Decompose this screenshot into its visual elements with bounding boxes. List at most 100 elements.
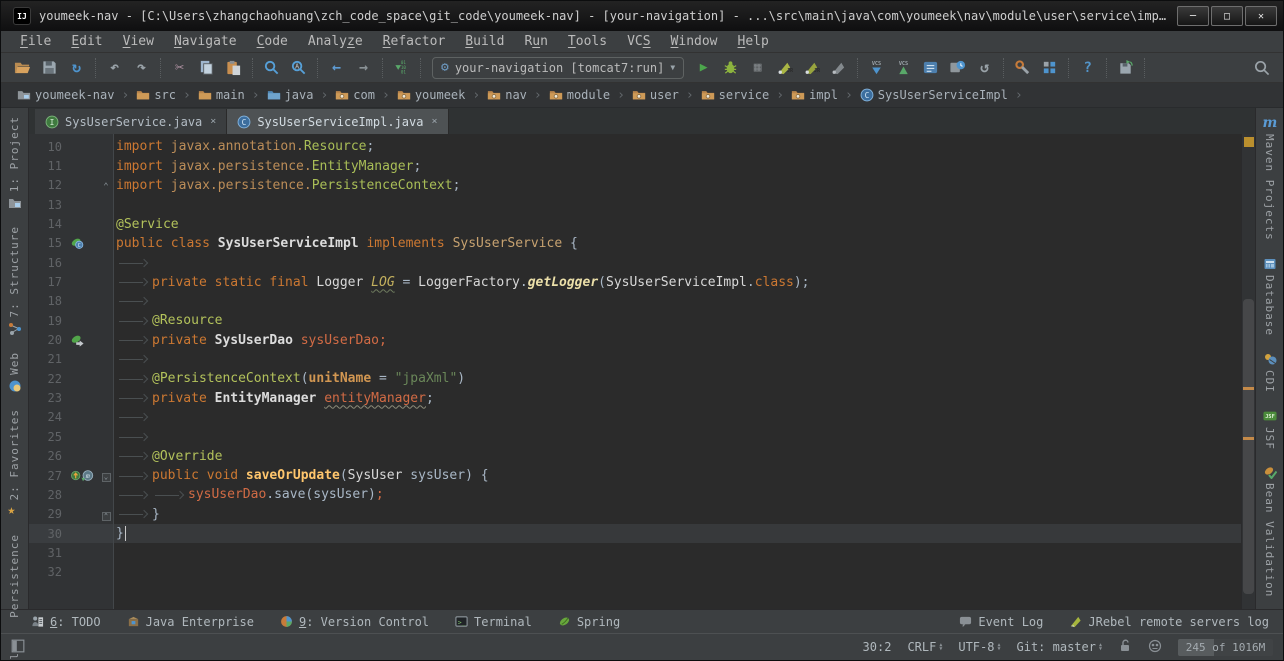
breadcrumb-item-youmeek-nav[interactable]: youmeek-nav — [15, 88, 116, 102]
maximize-button[interactable]: □ — [1211, 6, 1243, 26]
code-text[interactable] — [113, 294, 1241, 309]
code-text[interactable]: public class SysUserServiceImpl implemen… — [113, 236, 1241, 251]
line-number[interactable]: 20 — [29, 333, 69, 347]
synchronize-button[interactable]: ↻ — [63, 56, 90, 80]
override-icon[interactable]: m — [69, 469, 97, 482]
code-line[interactable]: 17private static final Logger LOG = Logg… — [29, 272, 1241, 291]
line-number[interactable]: 24 — [29, 410, 69, 424]
update-project-button[interactable]: VCS — [863, 56, 890, 80]
menu-tools[interactable]: Tools — [559, 33, 616, 50]
code-line[interactable]: 18 — [29, 292, 1241, 311]
editor-tab-SysUserServiceImpl.java[interactable]: CSysUserServiceImpl.java× — [227, 109, 448, 134]
line-number[interactable]: 26 — [29, 449, 69, 463]
code-line[interactable]: 32 — [29, 563, 1241, 582]
line-number[interactable]: 14 — [29, 217, 69, 231]
breadcrumb-item-impl[interactable]: impl — [789, 88, 840, 102]
line-number[interactable]: 25 — [29, 430, 69, 444]
tool-window-button-6-todo[interactable]: 6: TODO — [31, 615, 101, 629]
breadcrumb-item-main[interactable]: main — [196, 88, 247, 102]
code-text[interactable]: import javax.annotation.Resource; — [113, 139, 1241, 154]
tool-window-button-1-project[interactable]: 1: Project — [8, 116, 22, 210]
line-number[interactable]: 18 — [29, 294, 69, 308]
line-number[interactable]: 31 — [29, 546, 69, 560]
breadcrumb-item-sysuserserviceimpl[interactable]: CSysUserServiceImpl — [858, 88, 1010, 102]
line-number[interactable]: 21 — [29, 352, 69, 366]
minimize-button[interactable]: ─ — [1177, 6, 1209, 26]
code-line[interactable]: 26 @Override — [29, 447, 1241, 466]
caret-position[interactable]: 30:2 — [863, 640, 892, 654]
scrollbar-thumb[interactable] — [1243, 299, 1254, 594]
menu-window[interactable]: Window — [662, 33, 727, 50]
rollback-button[interactable]: ↺ — [971, 56, 998, 80]
code-line[interactable]: 21 — [29, 350, 1241, 369]
code-text[interactable]: @Override — [113, 449, 1241, 464]
find-button[interactable] — [258, 56, 285, 80]
close-button[interactable]: ✕ — [1245, 6, 1277, 26]
line-number[interactable]: 32 — [29, 565, 69, 579]
inspection-indicator-icon[interactable] — [1244, 137, 1254, 147]
code-text[interactable]: import javax.persistence.PersistenceCont… — [113, 178, 1241, 193]
code-text[interactable] — [113, 410, 1241, 425]
breadcrumb-item-com[interactable]: com — [333, 88, 377, 102]
breadcrumb-item-java[interactable]: java — [265, 88, 316, 102]
menu-help[interactable]: Help — [729, 33, 778, 50]
tool-window-button-el[interactable]: el — [8, 652, 21, 661]
code-line[interactable]: 13 — [29, 195, 1241, 214]
code-text[interactable]: @PersistenceContext(unitName = "jpaXml") — [113, 371, 1241, 386]
project-structure-button[interactable] — [1036, 56, 1063, 80]
copy-button[interactable] — [193, 56, 220, 80]
code-line[interactable]: 22@PersistenceContext(unitName = "jpaXml… — [29, 369, 1241, 388]
memory-indicator[interactable]: 245 of 1016M — [1178, 639, 1273, 656]
code-line[interactable]: 10import javax.annotation.Resource; — [29, 137, 1241, 156]
line-number[interactable]: 27 — [29, 469, 69, 483]
paste-button[interactable] — [220, 56, 247, 80]
line-ending-selector[interactable]: CRLF▲▼ — [907, 640, 942, 654]
code-line[interactable]: 11import javax.persistence.EntityManager… — [29, 156, 1241, 175]
line-number[interactable]: 11 — [29, 159, 69, 173]
code-line[interactable]: 16 — [29, 253, 1241, 272]
tool-window-button-java-enterprise[interactable]: Java Enterprise — [127, 615, 254, 629]
code-text[interactable]: @Service — [113, 217, 1241, 232]
code-text[interactable]: } — [113, 526, 1241, 541]
cut-button[interactable]: ✂ — [166, 56, 193, 80]
line-number[interactable]: 13 — [29, 198, 69, 212]
code-line[interactable]: 14 @Service — [29, 214, 1241, 233]
code-line[interactable]: 19@Resource — [29, 311, 1241, 330]
jrebel-debug-button[interactable]: JR — [798, 56, 825, 80]
menu-view[interactable]: View — [114, 33, 163, 50]
code-line[interactable]: 20 private SysUserDao sysUserDao; — [29, 330, 1241, 349]
close-icon[interactable]: × — [210, 116, 216, 127]
close-icon[interactable]: × — [431, 116, 437, 127]
tool-window-button-spring[interactable]: Spring — [558, 615, 620, 629]
code-line[interactable]: 31 — [29, 543, 1241, 562]
tool-window-button-7-structure[interactable]: 7: Structure — [8, 226, 22, 335]
code-text[interactable]: sysUserDao.save(sysUser); — [113, 487, 1241, 502]
hector-inspector-icon[interactable] — [1148, 639, 1162, 656]
tool-window-button-terminal[interactable]: >_Terminal — [455, 615, 532, 629]
breadcrumb-item-service[interactable]: service — [699, 88, 772, 102]
save-and-sync-button[interactable] — [1112, 56, 1139, 80]
coverage-button[interactable]: ▦ — [744, 56, 771, 80]
menu-analyze[interactable]: Analyze — [299, 33, 372, 50]
jrebel-run-button[interactable]: JR — [771, 56, 798, 80]
tool-window-button-2-favorites[interactable]: 2: Favorites★ — [8, 409, 22, 518]
replace-button[interactable]: A — [285, 56, 312, 80]
code-text[interactable]: private SysUserDao sysUserDao; — [113, 333, 1241, 348]
menu-vcs[interactable]: VCS — [618, 33, 659, 50]
code-text[interactable]: private EntityManager entityManager; — [113, 391, 1241, 406]
commit-button[interactable]: VCS — [890, 56, 917, 80]
menu-code[interactable]: Code — [248, 33, 297, 50]
settings-button[interactable] — [1009, 56, 1036, 80]
breadcrumb-item-module[interactable]: module — [547, 88, 612, 102]
line-number[interactable]: 16 — [29, 256, 69, 270]
fold-marker[interactable]: ⌄ — [99, 468, 113, 483]
code-editor[interactable]: 10import javax.annotation.Resource;11imp… — [29, 134, 1241, 609]
tool-window-button-event-log[interactable]: Event Log — [959, 615, 1043, 629]
breadcrumb-item-user[interactable]: user — [630, 88, 681, 102]
repository-button[interactable] — [917, 56, 944, 80]
breadcrumb-item-youmeek[interactable]: youmeek — [395, 88, 468, 102]
tool-window-button-web[interactable]: Web — [8, 352, 22, 393]
run-button[interactable]: ▶ — [690, 56, 717, 80]
debug-button[interactable] — [717, 56, 744, 80]
code-line[interactable]: 15Cpublic class SysUserServiceImpl imple… — [29, 234, 1241, 253]
